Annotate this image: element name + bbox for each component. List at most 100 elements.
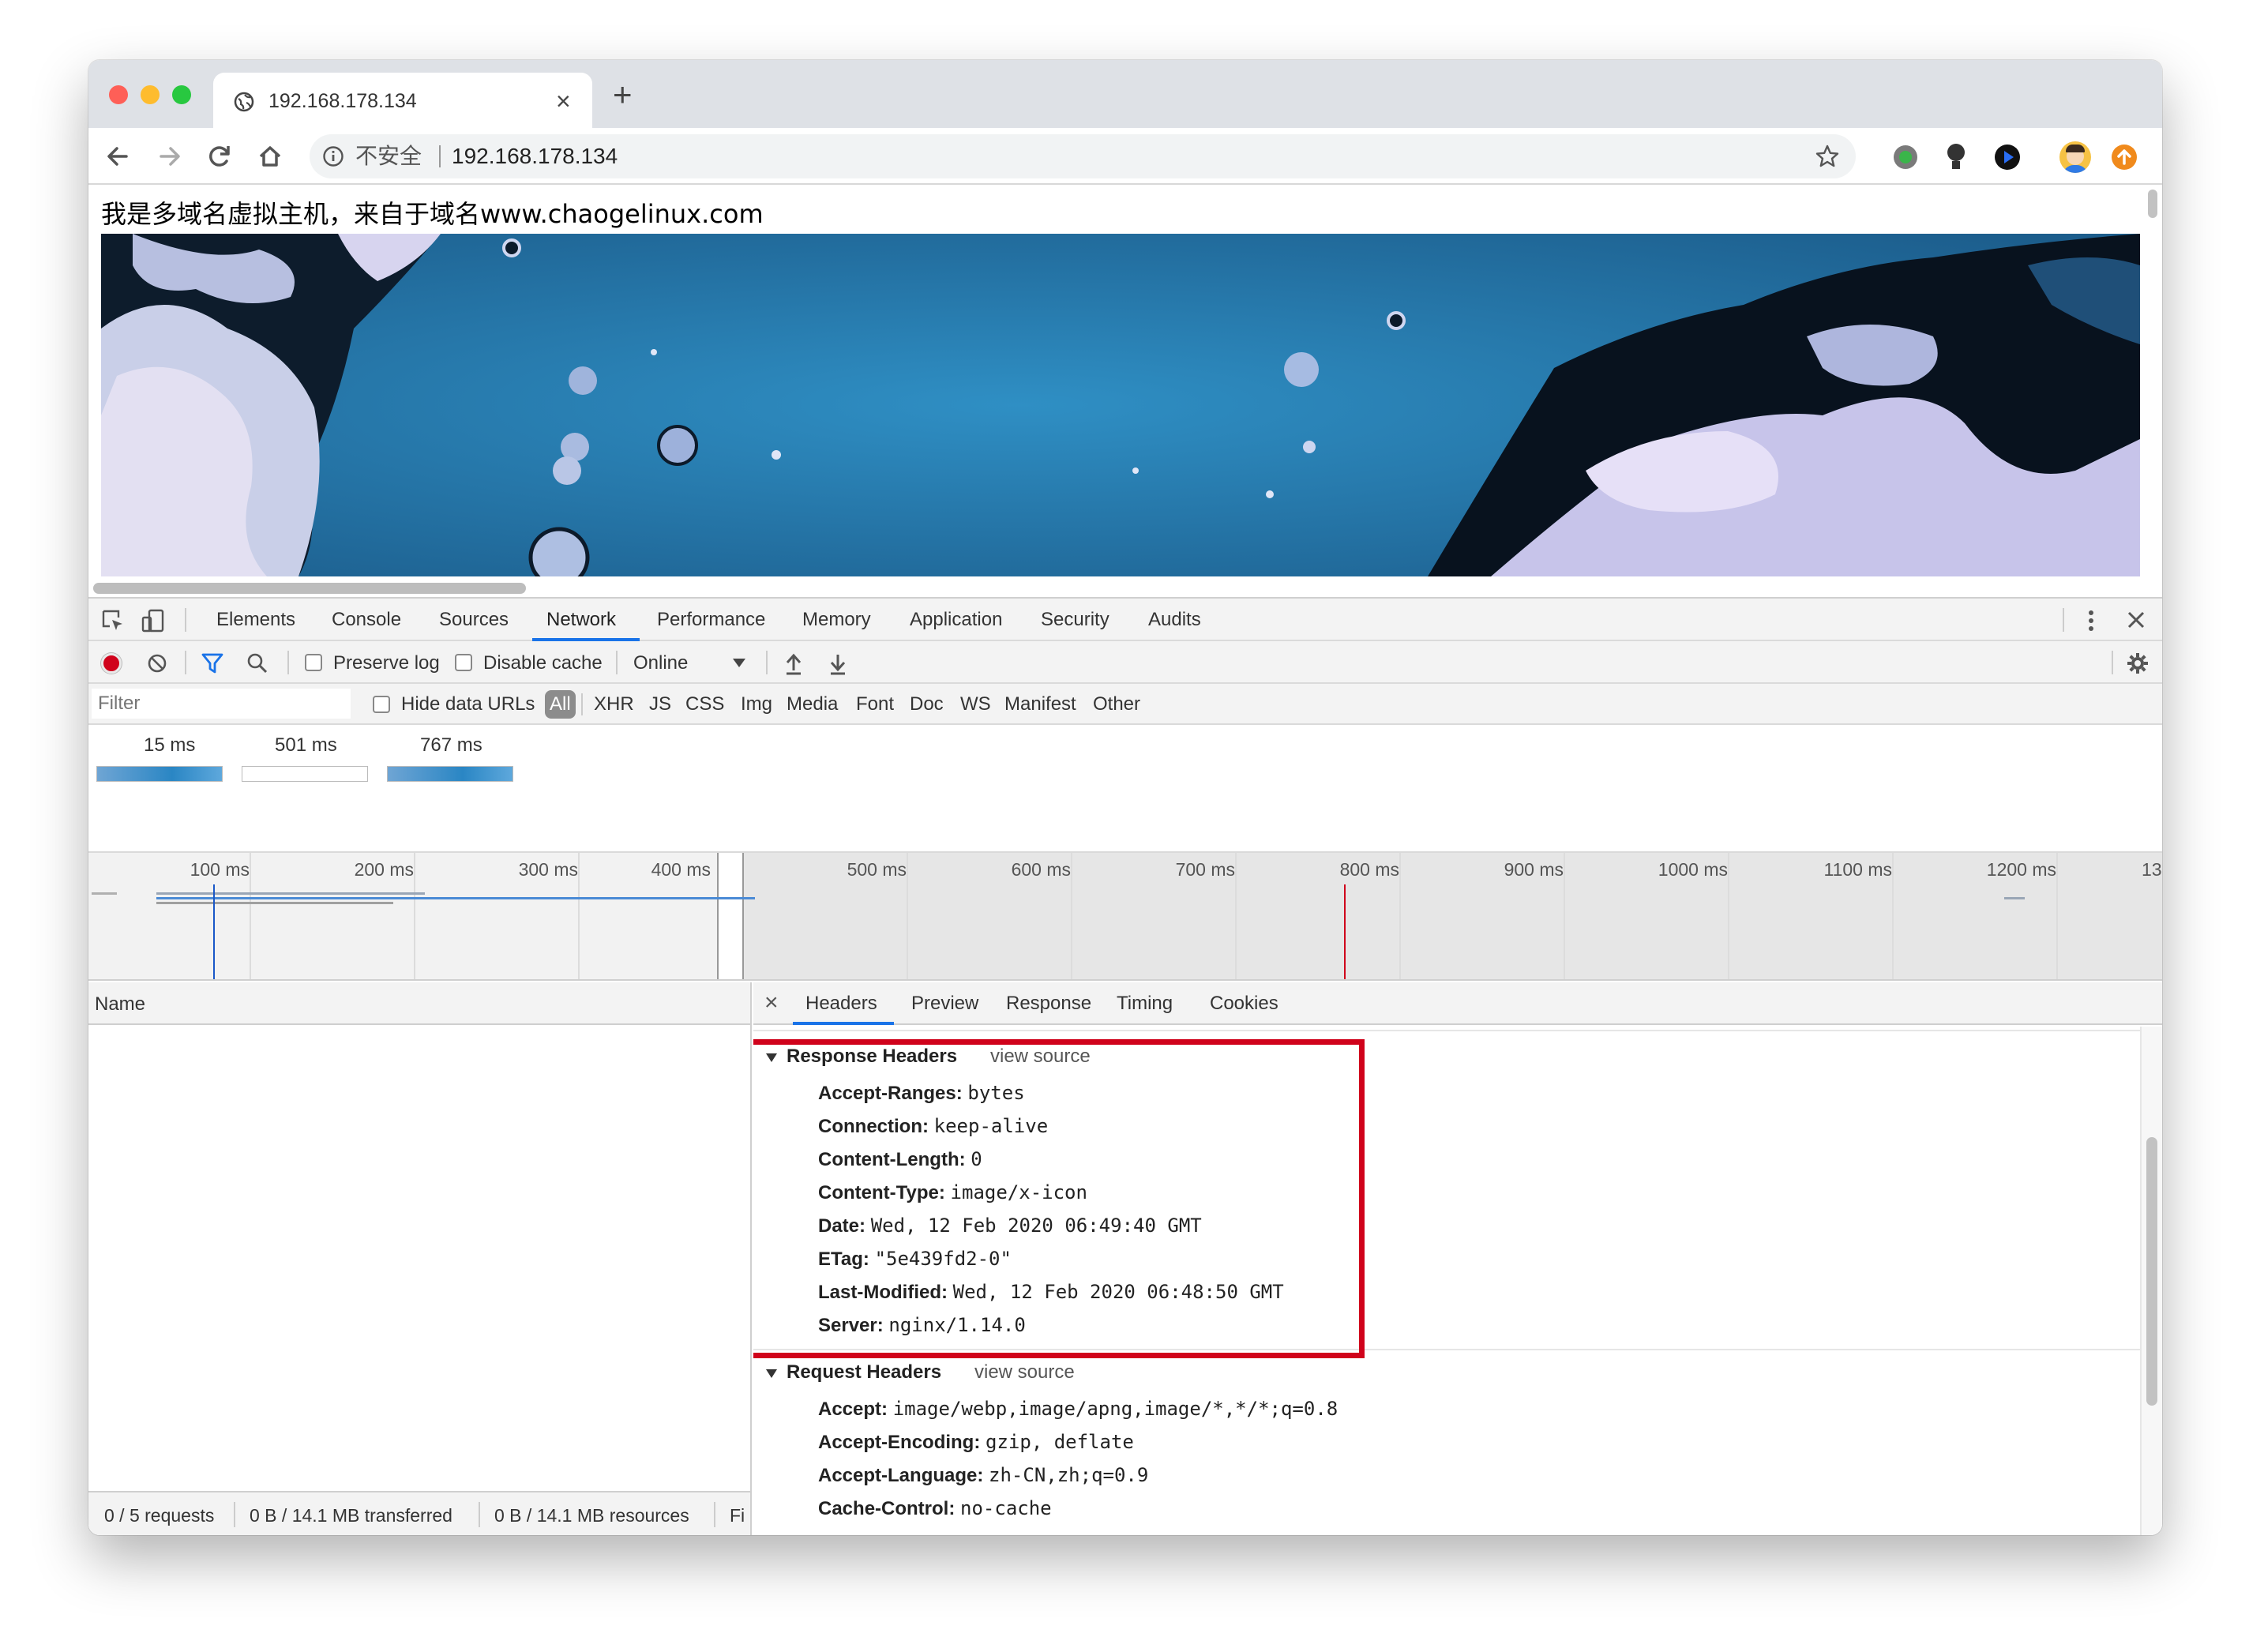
tab-audits[interactable]: Audits <box>1148 599 1201 641</box>
tab-network[interactable]: Network <box>546 599 616 641</box>
details-tabbar: × Headers Preview Response Timing Cookie… <box>753 982 2162 1025</box>
update-icon[interactable] <box>2112 145 2137 170</box>
requests-list[interactable]: Name 0 / 5 requests 0 B / 14.1 MB transf… <box>88 982 752 1535</box>
details-tab-response[interactable]: Response <box>1006 982 1091 1025</box>
extension-play-icon[interactable] <box>1995 145 2020 170</box>
details-tab-timing[interactable]: Timing <box>1117 982 1173 1025</box>
highlight-box <box>753 1039 1365 1358</box>
toolbar-divider-5 <box>766 651 768 674</box>
dom-content-loaded-marker <box>213 884 215 979</box>
close-tab-icon[interactable]: × <box>556 73 571 130</box>
filter-type-xhr[interactable]: XHR <box>594 693 634 715</box>
extension-bulb-icon[interactable] <box>1946 144 1966 171</box>
details-tab-headers[interactable]: Headers <box>805 982 877 1025</box>
inspect-element-icon[interactable] <box>101 609 125 633</box>
filter-icon[interactable] <box>201 652 224 674</box>
filter-type-all[interactable]: All <box>545 690 576 719</box>
tab-elements[interactable]: Elements <box>216 599 295 641</box>
tab-console[interactable]: Console <box>332 599 401 641</box>
page-heading: 我是多域名虚拟主机，来自于域名www.chaogelinux.com <box>101 199 764 229</box>
selection-window[interactable] <box>717 853 744 979</box>
throttle-select[interactable]: Online <box>633 652 688 674</box>
request-view-source-link[interactable]: view source <box>974 1361 1075 1384</box>
network-toolbar: Preserve log Disable cache Online <box>88 641 2162 684</box>
clear-icon[interactable] <box>147 653 167 674</box>
timeline-overview[interactable]: 100 ms 200 ms 300 ms 400 ms 500 ms 600 m… <box>88 853 2162 981</box>
preserve-log-checkbox[interactable] <box>305 654 322 671</box>
tab-sources[interactable]: Sources <box>439 599 509 641</box>
settings-gear-icon[interactable] <box>2126 651 2150 675</box>
import-har-icon[interactable] <box>783 651 804 675</box>
extension-green-icon[interactable] <box>1894 145 1917 169</box>
overview-unselected <box>744 853 2162 979</box>
record-button[interactable] <box>101 653 122 674</box>
screenshot-frame[interactable]: 501 ms <box>242 725 371 788</box>
close-details-button[interactable]: × <box>764 989 779 1017</box>
filter-type-doc[interactable]: Doc <box>910 693 944 715</box>
filter-type-font[interactable]: Font <box>856 693 894 715</box>
request-headers-title[interactable]: Request Headers <box>787 1361 941 1384</box>
filter-type-media[interactable]: Media <box>787 693 838 715</box>
name-header-label: Name <box>95 993 146 1015</box>
url-text[interactable]: 192.168.178.134 <box>452 134 618 178</box>
timeline-tick: 200 ms <box>354 859 414 880</box>
request-headers-toggle-icon[interactable] <box>766 1369 777 1378</box>
preserve-log-label: Preserve log <box>333 652 440 674</box>
details-tab-preview[interactable]: Preview <box>911 982 978 1025</box>
screenshot-time: 767 ms <box>420 734 482 756</box>
details-tab-cookies[interactable]: Cookies <box>1210 982 1278 1025</box>
request-bar <box>156 902 393 904</box>
request-bar <box>2004 897 2025 899</box>
tab-performance[interactable]: Performance <box>657 599 765 641</box>
search-icon[interactable] <box>246 652 268 674</box>
grid-line <box>414 853 415 979</box>
page-horizontal-scrollbar[interactable] <box>93 583 526 594</box>
filter-type-manifest[interactable]: Manifest <box>1004 693 1076 715</box>
back-button[interactable] <box>99 137 137 175</box>
bookmark-star-icon[interactable] <box>1815 144 1840 169</box>
filter-type-other[interactable]: Other <box>1093 693 1140 715</box>
reload-button[interactable] <box>201 137 238 175</box>
close-devtools-icon[interactable] <box>2126 610 2146 630</box>
name-column-header[interactable]: Name <box>88 982 750 1025</box>
device-toolbar-icon[interactable] <box>141 608 166 633</box>
details-scrollbar-thumb[interactable] <box>2146 1137 2157 1406</box>
tabbar-divider <box>185 608 186 632</box>
throttle-dropdown-icon[interactable] <box>733 659 745 667</box>
grid-line <box>1892 853 1894 979</box>
address-bar[interactable]: 不安全 192.168.178.134 <box>310 134 1856 178</box>
new-tab-button[interactable]: + <box>613 73 633 117</box>
minimize-window-button[interactable] <box>141 85 160 104</box>
filter-type-css[interactable]: CSS <box>685 693 724 715</box>
devtools-panel: Elements Console Sources Network Perform… <box>88 597 2162 1535</box>
timeline-tick: 1000 ms <box>1658 859 1728 880</box>
hide-data-urls-checkbox[interactable] <box>373 696 390 713</box>
tab-security[interactable]: Security <box>1041 599 1109 641</box>
tab-memory[interactable]: Memory <box>802 599 871 641</box>
devtools-tabbar: Elements Console Sources Network Perform… <box>88 599 2162 641</box>
filter-type-img[interactable]: Img <box>741 693 772 715</box>
zoom-window-button[interactable] <box>172 85 191 104</box>
filter-input[interactable] <box>92 689 351 719</box>
tab-strip: 192.168.178.134 × + <box>88 60 2162 130</box>
filter-type-js[interactable]: JS <box>649 693 671 715</box>
export-har-icon[interactable] <box>828 651 848 675</box>
filter-type-ws[interactable]: WS <box>960 693 991 715</box>
grid-line <box>1235 853 1237 979</box>
screenshot-frame[interactable]: 767 ms <box>387 725 516 788</box>
more-options-icon[interactable] <box>2085 609 2097 633</box>
banner-image <box>101 234 2140 576</box>
screenshot-frame[interactable]: 15 ms <box>96 725 226 788</box>
tab-application[interactable]: Application <box>910 599 1002 641</box>
status-requests: 0 / 5 requests <box>104 1505 215 1526</box>
close-window-button[interactable] <box>109 85 128 104</box>
home-button[interactable] <box>251 137 289 175</box>
page-vertical-scrollbar[interactable] <box>2148 190 2157 218</box>
disable-cache-checkbox[interactable] <box>455 654 472 671</box>
profile-avatar[interactable] <box>2059 141 2091 173</box>
forward-button[interactable] <box>150 137 188 175</box>
request-details-pane: × Headers Preview Response Timing Cookie… <box>753 982 2162 1535</box>
hide-data-urls-label: Hide data URLs <box>401 693 535 715</box>
browser-tab[interactable]: 192.168.178.134 × <box>213 73 592 130</box>
grid-line <box>578 853 580 979</box>
